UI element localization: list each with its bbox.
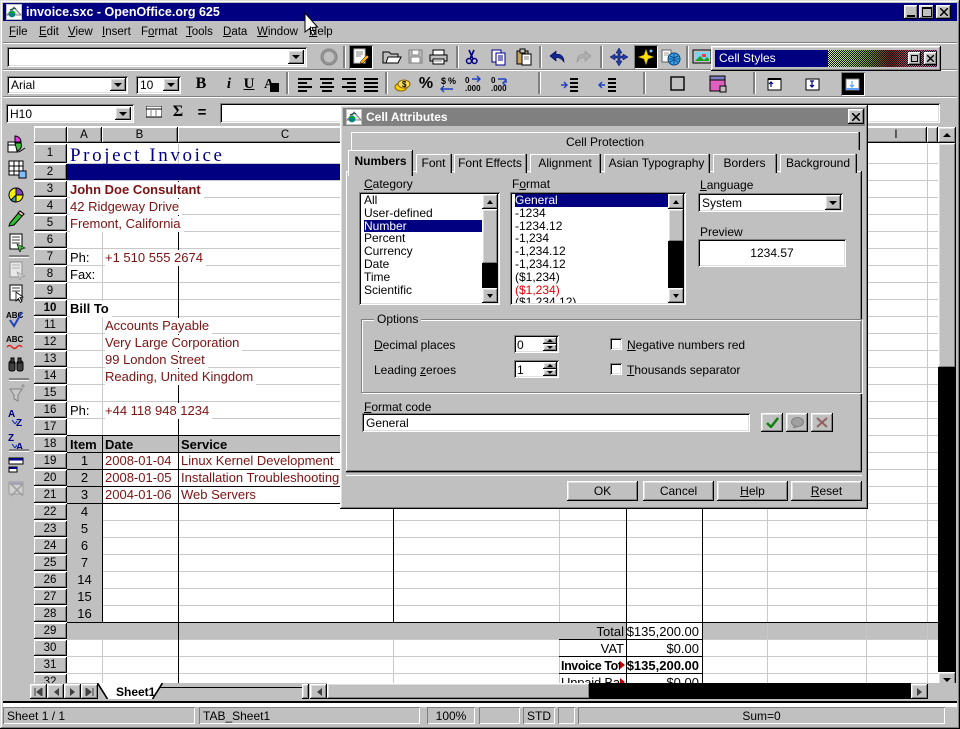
svg-text:$: $ (441, 76, 446, 86)
svg-text:A: A (264, 77, 275, 92)
svg-text:ABC: ABC (6, 335, 24, 344)
svg-text:A: A (8, 409, 15, 420)
svg-text:Z: Z (8, 433, 14, 444)
svg-text:$: $ (402, 80, 407, 89)
svg-text:Z: Z (16, 418, 22, 428)
svg-text:%: % (448, 76, 456, 86)
svg-text:.000: .000 (465, 84, 481, 93)
